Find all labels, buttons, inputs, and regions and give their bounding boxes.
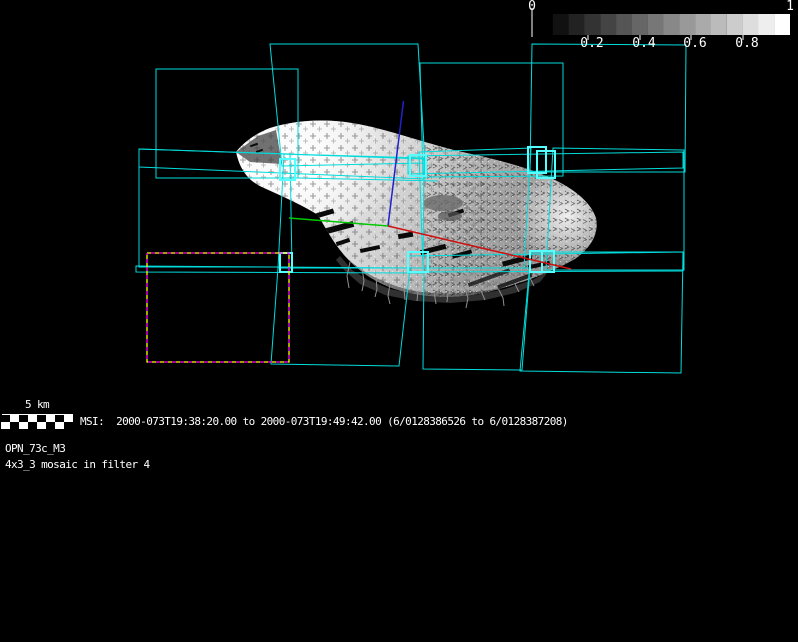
- observation-id: OPN_73c_M3: [5, 442, 65, 455]
- colorbar-tick-label: 0.6: [682, 37, 708, 50]
- colorbar-ticks: [588, 35, 743, 40]
- colorbar-tick-label: 0.4: [631, 37, 657, 50]
- observation-time-range: 2000-073T19:38:20.00 to 2000-073T19:49:4…: [116, 415, 568, 428]
- colorbar-min-label: 0: [524, 0, 540, 13]
- selected-frame: [147, 253, 289, 362]
- mosaic-planning-screen: 0 1 0.2 0.4 0.6 0.8 5 km MSI: 2000-073T19…: [0, 0, 798, 642]
- instrument-label: MSI:: [80, 415, 104, 428]
- scale-bar-label: 5 km: [12, 398, 62, 411]
- scale-bar: [1, 414, 73, 429]
- colorbar-tick-label: 0.2: [579, 37, 605, 50]
- mosaic-description: 4x3_3 mosaic in filter 4: [5, 458, 150, 471]
- scale-bar-checkerboard: [1, 415, 73, 429]
- colorbar-gradient-steps: [537, 14, 790, 35]
- colorbar-max-label: 1: [782, 0, 798, 13]
- mosaic-display[interactable]: [0, 0, 798, 642]
- colorbar-tick-label: 0.8: [734, 37, 760, 50]
- asteroid-render: [210, 110, 617, 308]
- status-line: MSI: 2000-073T19:38:20.00 to 2000-073T19:…: [80, 415, 568, 428]
- highlight-frame: [280, 253, 292, 272]
